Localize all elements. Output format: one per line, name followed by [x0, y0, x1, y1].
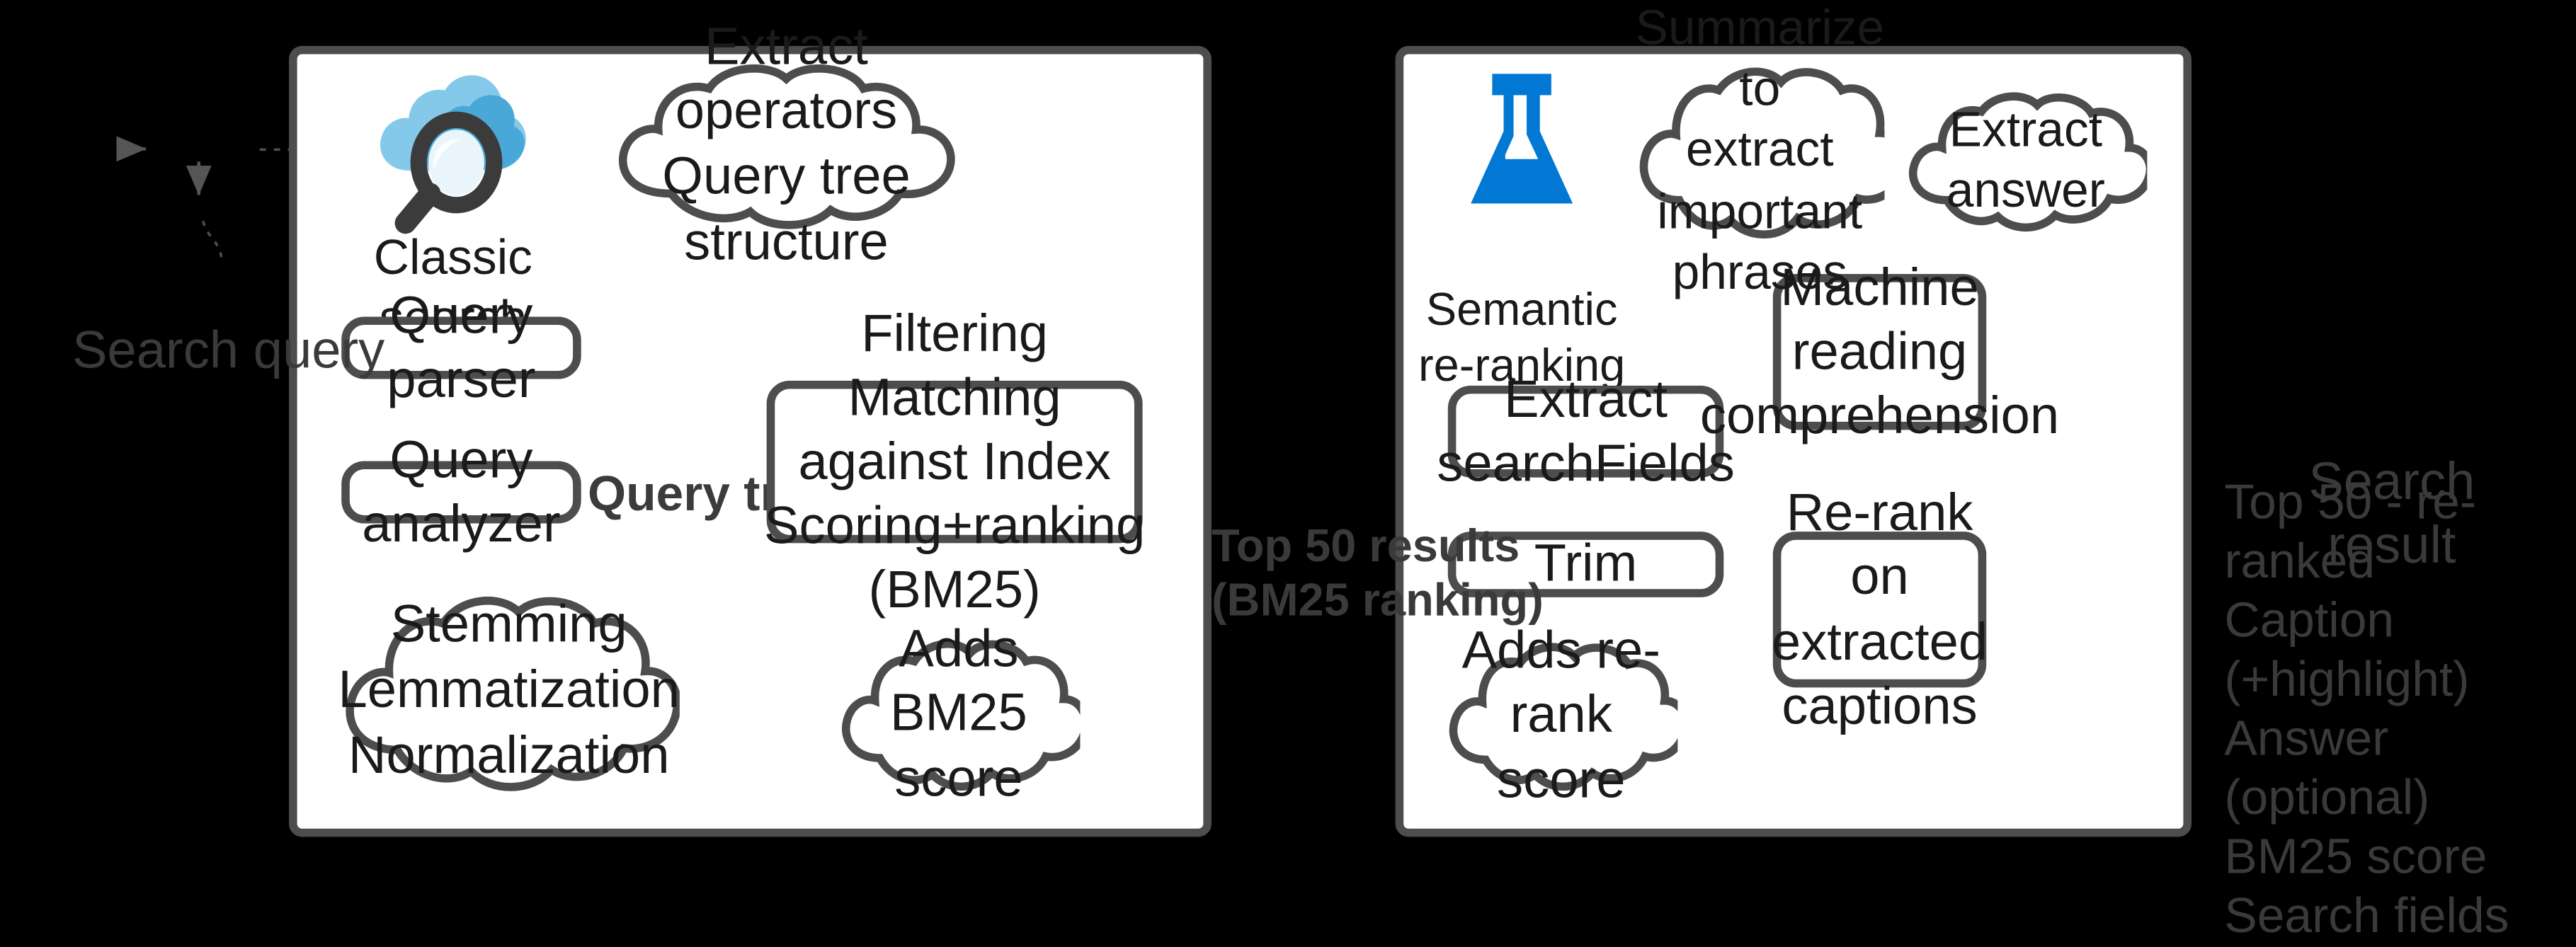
node-filtering[interactable]: Filtering Matching against Index Scoring… — [764, 304, 1145, 619]
cloud-adds-bm25-score-text: Adds BM25 score — [890, 617, 1027, 808]
node-filtering-text: Filtering Matching against Index Scoring… — [764, 303, 1146, 619]
label-search-query-text: Search query — [72, 320, 385, 379]
cloud-adds-rerank-score: Adds re-rank score — [1444, 619, 1678, 809]
cloud-extract-answer: Extract answer — [1904, 88, 2148, 233]
classic-search-cloud-magnifier-icon — [375, 69, 532, 234]
label-search-query: Search query — [72, 318, 384, 381]
cloud-stemming: Stemming Lemmatization Normalization — [338, 586, 680, 796]
label-top50-results-text: Top 50 results (BM25 ranking) — [1211, 519, 1544, 626]
dashed-queryanalyzer-to-stemming — [202, 220, 223, 258]
cloud-summarize-text: Summarize to extract important phrases — [1635, 1, 1885, 300]
cloud-extract-operators-text: Extract operators Query tree structure — [662, 16, 911, 270]
node-rerank-extracted-captions[interactable]: Re-rank on extracted captions — [1772, 483, 1988, 735]
list-item: Answer (optional) — [2224, 712, 2430, 826]
list-item: Caption (+highlight) — [2224, 594, 2470, 708]
list-item: Search fields — [2224, 889, 2509, 944]
cloud-adds-bm25-score: Adds BM25 score — [837, 618, 1081, 807]
label-top50-results: Top 50 results (BM25 ranking) — [1212, 463, 1544, 629]
cloud-summarize: Summarize to extract important phrases — [1635, 1, 1885, 300]
cloud-stemming-text: Stemming Lemmatization Normalization — [338, 595, 680, 784]
list-item: BM25 score — [2224, 830, 2487, 885]
cloud-extract-answer-text: Extract answer — [1946, 103, 2105, 219]
node-query-analyzer[interactable]: Query analyzer — [341, 430, 581, 553]
semantic-reranking-flask-icon — [1464, 69, 1579, 223]
cloud-adds-rerank-score-text: Adds re-rank score — [1461, 619, 1660, 809]
list-item: Top 50 - re-ranked — [2224, 476, 2477, 590]
node-query-analyzer-text: Query analyzer — [362, 430, 561, 553]
node-trim-text: Trim — [1534, 534, 1638, 594]
diagram-canvas: Classic search Extract operators Query t… — [0, 0, 2574, 943]
cloud-extract-operators: Extract operators Query tree structure — [610, 16, 962, 270]
node-rerank-extracted-captions-text: Re-rank on extracted captions — [1771, 483, 1988, 735]
